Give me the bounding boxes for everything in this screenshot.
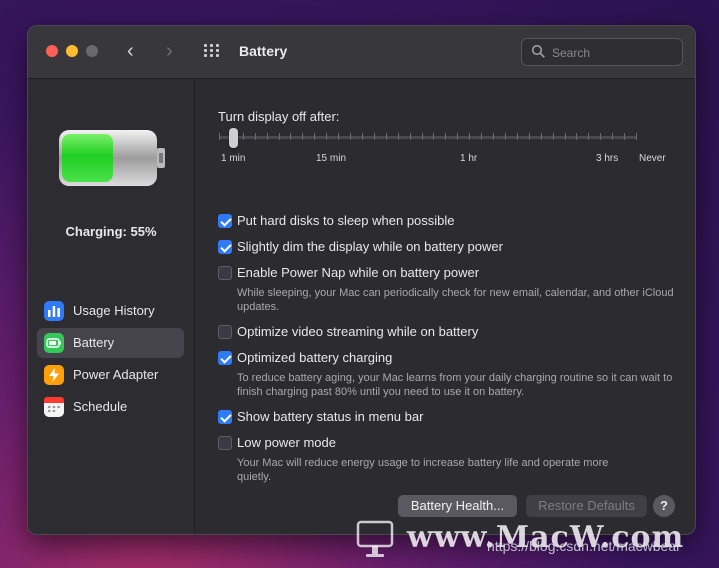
option-label: Put hard disks to sleep when possible <box>237 213 455 228</box>
slider-tick-label: 3 hrs <box>596 153 619 164</box>
slider-tick <box>565 133 566 140</box>
option-label: Enable Power Nap while on battery power <box>237 265 480 280</box>
checkbox[interactable] <box>218 410 232 424</box>
battery-health-button[interactable]: Battery Health... <box>398 495 517 517</box>
sidebar-item-battery[interactable]: Battery <box>37 328 184 358</box>
title-bar: ‹ › Battery <box>28 26 695 79</box>
option-label: Show battery status in menu bar <box>237 409 424 424</box>
calendar-icon <box>44 397 64 417</box>
slider-tick <box>350 133 351 140</box>
lightning-icon <box>44 365 64 385</box>
slider-tick <box>445 133 446 140</box>
checkbox[interactable] <box>218 325 232 339</box>
display-off-slider-track[interactable] <box>219 136 637 139</box>
checkbox[interactable] <box>218 436 232 450</box>
battery-level-icon <box>59 130 165 186</box>
option-label: Optimize video streaming while on batter… <box>237 324 479 339</box>
slider-tick <box>422 133 423 140</box>
option-description: While sleeping, your Mac can periodicall… <box>237 287 674 313</box>
slider-tick <box>493 133 494 140</box>
slider-tick <box>374 133 375 140</box>
slider-tick <box>326 133 327 140</box>
restore-defaults-button[interactable]: Restore Defaults <box>526 495 647 517</box>
slider-tick-label: 1 hr <box>460 153 478 164</box>
watermark-url: https://blog.csdn.net/macwbear <box>487 538 681 554</box>
slider-tick <box>529 133 530 140</box>
sidebar-item-power-adapter[interactable]: Power Adapter <box>37 360 184 390</box>
slider-tick <box>481 133 482 140</box>
window-title: Battery <box>239 43 288 59</box>
slider-tick <box>410 133 411 140</box>
slider-tick-label: 1 min <box>221 153 246 164</box>
slider-tick-label: Never <box>639 153 666 164</box>
minimize-window-button[interactable] <box>66 45 78 57</box>
slider-tick <box>469 133 470 140</box>
macw-logo-icon <box>356 520 394 557</box>
back-button[interactable]: ‹ <box>127 40 134 62</box>
slider-tick <box>588 133 589 140</box>
slider-tick <box>302 133 303 140</box>
checkbox[interactable] <box>218 240 232 254</box>
slider-tick <box>505 133 506 140</box>
slider-tick <box>267 133 268 140</box>
slider-tick <box>433 133 434 140</box>
search-icon <box>531 44 545 58</box>
option-label: Slightly dim the display while on batter… <box>237 239 503 254</box>
slider-tick <box>612 133 613 140</box>
close-window-button[interactable] <box>46 45 58 57</box>
sidebar: Charging: 55% Usage History Battery Powe… <box>28 79 195 534</box>
slider-tick <box>517 133 518 140</box>
battery-icon <box>44 333 64 353</box>
option-description: To reduce battery aging, your Mac learns… <box>237 372 673 398</box>
option-label: Optimized battery charging <box>237 350 393 365</box>
slider-tick <box>314 133 315 140</box>
slider-tick <box>624 133 625 140</box>
slider-tick-label: 15 min <box>316 153 347 164</box>
slider-tick <box>600 133 601 140</box>
slider-tick <box>255 133 256 140</box>
search-input[interactable] <box>550 42 679 64</box>
slider-tick <box>290 133 291 140</box>
sidebar-item-usage-history[interactable]: Usage History <box>37 296 184 326</box>
display-off-slider-thumb[interactable] <box>229 128 238 148</box>
slider-tick <box>219 133 220 140</box>
charging-status: Charging: 55% <box>65 224 157 239</box>
forward-button[interactable]: › <box>166 40 173 62</box>
slider-tick <box>576 133 577 140</box>
sidebar-item-label: Battery <box>73 335 115 350</box>
slider-tick <box>457 133 458 140</box>
checkbox[interactable] <box>218 266 232 280</box>
slider-tick <box>362 133 363 140</box>
sidebar-item-label: Power Adapter <box>73 367 159 382</box>
slider-tick <box>398 133 399 140</box>
option-label: Low power mode <box>237 435 336 450</box>
slider-tick <box>279 133 280 140</box>
slider-tick <box>243 133 244 140</box>
slider-tick <box>553 133 554 140</box>
help-button[interactable]: ? <box>653 495 675 517</box>
zoom-window-button[interactable] <box>86 45 98 57</box>
show-all-grid-icon[interactable] <box>204 44 222 58</box>
search-field[interactable] <box>521 38 683 66</box>
battery-settings-pane: Turn display off after: 1 min 15 min 1 h… <box>195 79 695 534</box>
checkbox[interactable] <box>218 214 232 228</box>
slider-tick <box>338 133 339 140</box>
sidebar-item-label: Usage History <box>73 303 155 318</box>
sidebar-item-label: Schedule <box>73 399 128 414</box>
bar-chart-icon <box>44 301 64 321</box>
slider-tick <box>636 133 637 140</box>
slider-tick <box>541 133 542 140</box>
watermark: www.MacW.com https://blog.csdn.net/macwb… <box>352 518 719 568</box>
system-preferences-window: ‹ › Battery Search Charging: 55% Usage H… <box>27 25 696 535</box>
slider-tick <box>386 133 387 140</box>
option-description: Your Mac will reduce energy usage to inc… <box>237 457 609 483</box>
sidebar-item-schedule[interactable]: Schedule <box>37 392 184 422</box>
display-off-label: Turn display off after: <box>218 109 340 124</box>
checkbox[interactable] <box>218 351 232 365</box>
